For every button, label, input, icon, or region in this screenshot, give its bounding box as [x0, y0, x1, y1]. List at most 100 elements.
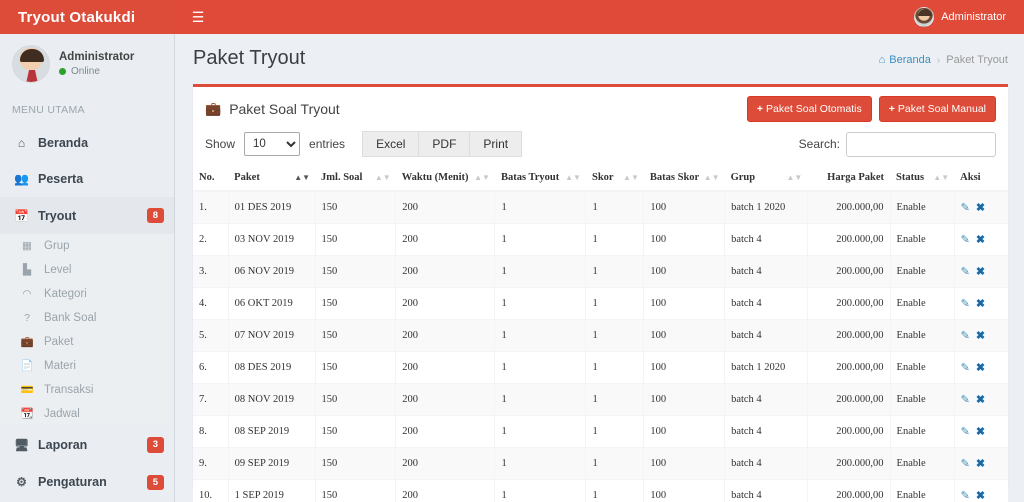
close-icon[interactable]: ✖: [976, 393, 985, 406]
close-icon[interactable]: ✖: [976, 265, 985, 278]
cell-aksi: ✎ ✖: [954, 447, 1008, 480]
close-icon[interactable]: ✖: [976, 457, 985, 470]
cell-skor: 1: [585, 319, 645, 352]
page-length-select[interactable]: 10 25 50 100: [244, 132, 301, 156]
col-status[interactable]: Status ▲▼: [890, 165, 955, 192]
sidebar-item-materi[interactable]: 📄 Materi: [0, 354, 174, 378]
edit-icon[interactable]: ✎: [961, 489, 970, 502]
col-paket[interactable]: Paket ▲▼: [228, 165, 316, 192]
avatar: [914, 7, 935, 27]
sidebar-item-transaksi[interactable]: 💳 Transaksi: [0, 378, 174, 402]
search-input[interactable]: [846, 131, 996, 157]
close-icon[interactable]: ✖: [976, 361, 985, 374]
cell-waktu: 200: [395, 287, 496, 320]
edit-icon[interactable]: ✎: [961, 361, 970, 374]
sidebar-user-status-label: Online: [71, 66, 100, 77]
col-batas-tryout[interactable]: Batas Tryout ▲▼: [494, 165, 586, 192]
col-waktu[interactable]: Waktu (Menit) ▲▼: [395, 165, 495, 192]
cell-grup: batch 4: [724, 255, 808, 288]
sidebar-item-jadwal[interactable]: 📆 Jadwal: [0, 402, 174, 426]
navbar-right: ☰ Administrator: [175, 0, 1024, 34]
cell-paket: 09 SEP 2019: [228, 447, 316, 480]
cell-paket: 1 SEP 2019: [228, 479, 316, 502]
cell-batas-skor: 100: [643, 190, 726, 224]
paket-soal-otomatis-button[interactable]: + Paket Soal Otomatis: [746, 96, 872, 122]
col-batas-skor[interactable]: Batas Skor ▲▼: [643, 165, 725, 192]
sidebar-item-label: Pengaturan: [38, 475, 107, 490]
table-row: 2. 03 NOV 2019 150 200 1 1 100 batch 4 200.000,0…: [193, 223, 1008, 256]
close-icon[interactable]: ✖: [976, 233, 985, 246]
cell-waktu: 200: [395, 319, 496, 352]
sort-icon: ▲▼: [374, 172, 391, 182]
edit-icon[interactable]: ✎: [961, 329, 970, 342]
col-skor[interactable]: Skor ▲▼: [585, 165, 644, 192]
table-tools: Show 10 25 50 100 entries Excel PDF Prin…: [193, 131, 1008, 165]
table-row: 1. 01 DES 2019 150 200 1 1 100 batch 1 2020 200.…: [193, 190, 1008, 224]
print-button[interactable]: Print: [469, 131, 523, 157]
cell-grup: batch 4: [724, 479, 808, 502]
breadcrumb-home[interactable]: ⌂ Beranda: [879, 54, 931, 66]
edit-icon[interactable]: ✎: [961, 457, 970, 470]
cell-no: 7.: [193, 383, 229, 416]
close-icon[interactable]: ✖: [976, 201, 985, 214]
cell-no: 8.: [193, 415, 229, 448]
online-dot-icon: [59, 68, 66, 75]
sidebar-item-label: Paket: [44, 336, 74, 349]
edit-icon[interactable]: ✎: [961, 425, 970, 438]
sidebar-submenu-tryout: ▦ Grup ▙ Level ◠ Kategori ? Bank Soal 💼 …: [0, 234, 174, 427]
cell-aksi: ✎ ✖: [954, 287, 1008, 320]
cell-batas-skor: 100: [643, 287, 726, 320]
table-container: No. Paket ▲▼ Jml. Soal ▲▼ Waktu (Menit) …: [193, 165, 1008, 502]
edit-icon[interactable]: ✎: [961, 393, 970, 406]
sidebar-item-beranda[interactable]: ⌂ Beranda: [0, 125, 174, 161]
cell-grup: batch 4: [724, 223, 808, 256]
sidebar-item-peserta[interactable]: 👥 Peserta: [0, 161, 174, 197]
cell-batas-skor: 100: [643, 447, 726, 480]
sidebar-item-grup[interactable]: ▦ Grup: [0, 234, 174, 258]
paket-soal-manual-button[interactable]: + Paket Soal Manual: [878, 96, 996, 122]
sidebar-item-tryout[interactable]: 📅 Tryout 8 ▦ Grup ▙ Level ◠ Kategori ? B…: [0, 197, 174, 427]
table-header-row: No. Paket ▲▼ Jml. Soal ▲▼ Waktu (Menit) …: [193, 165, 1008, 192]
cell-status: Enable: [890, 319, 955, 352]
col-jml-soal[interactable]: Jml. Soal ▲▼: [315, 165, 396, 192]
col-grup[interactable]: Grup ▲▼: [724, 165, 808, 192]
cell-skor: 1: [585, 287, 645, 320]
hamburger-icon[interactable]: ☰: [181, 0, 215, 34]
edit-icon[interactable]: ✎: [961, 201, 970, 214]
edit-icon[interactable]: ✎: [961, 265, 970, 278]
sidebar-item-level[interactable]: ▙ Level: [0, 258, 174, 282]
cell-paket: 07 NOV 2019: [228, 319, 316, 352]
export-pdf-button[interactable]: PDF: [418, 131, 470, 157]
sort-icon: ▲▼: [933, 172, 950, 182]
cell-skor: 1: [585, 190, 645, 224]
close-icon[interactable]: ✖: [976, 425, 985, 438]
edit-icon[interactable]: ✎: [961, 297, 970, 310]
close-icon[interactable]: ✖: [976, 297, 985, 310]
cell-harga: 200.000,00: [807, 223, 891, 256]
cell-no: 9.: [193, 447, 229, 480]
sitemap-icon: ◠: [22, 288, 32, 301]
sidebar-item-pengaturan[interactable]: ⚙ Pengaturan 5: [0, 464, 174, 501]
cell-batas-tryout: 1: [494, 415, 587, 448]
brand-logo[interactable]: Tryout Otakukdi: [0, 0, 175, 34]
navbar-user-menu[interactable]: Administrator: [914, 7, 1014, 27]
sidebar-item-label: Kategori: [44, 288, 87, 301]
cell-batas-tryout: 1: [494, 319, 587, 352]
sidebar-item-kategori[interactable]: ◠ Kategori: [0, 282, 174, 306]
cell-grup: batch 4: [724, 319, 808, 352]
edit-icon[interactable]: ✎: [961, 233, 970, 246]
breadcrumb-current: Paket Tryout: [946, 54, 1008, 66]
table-row: 9. 09 SEP 2019 150 200 1 1 100 batch 4 200.000,0…: [193, 447, 1008, 480]
cell-batas-tryout: 1: [494, 255, 587, 288]
export-excel-button[interactable]: Excel: [362, 131, 419, 157]
col-label: Grup: [730, 172, 756, 183]
cell-skor: 1: [585, 255, 645, 288]
sidebar-item-label: Jadwal: [44, 408, 80, 421]
table-row: 6. 08 DES 2019 150 200 1 1 100 batch 1 2020 200.…: [193, 351, 1008, 384]
close-icon[interactable]: ✖: [976, 489, 985, 502]
sidebar-item-paket[interactable]: 💼 Paket: [0, 330, 174, 354]
sidebar-item-bank-soal[interactable]: ? Bank Soal: [0, 306, 174, 330]
cell-jml-soal: 150: [315, 447, 397, 480]
close-icon[interactable]: ✖: [976, 329, 985, 342]
sidebar-item-laporan[interactable]: 🖥 Laporan 3: [0, 426, 174, 463]
